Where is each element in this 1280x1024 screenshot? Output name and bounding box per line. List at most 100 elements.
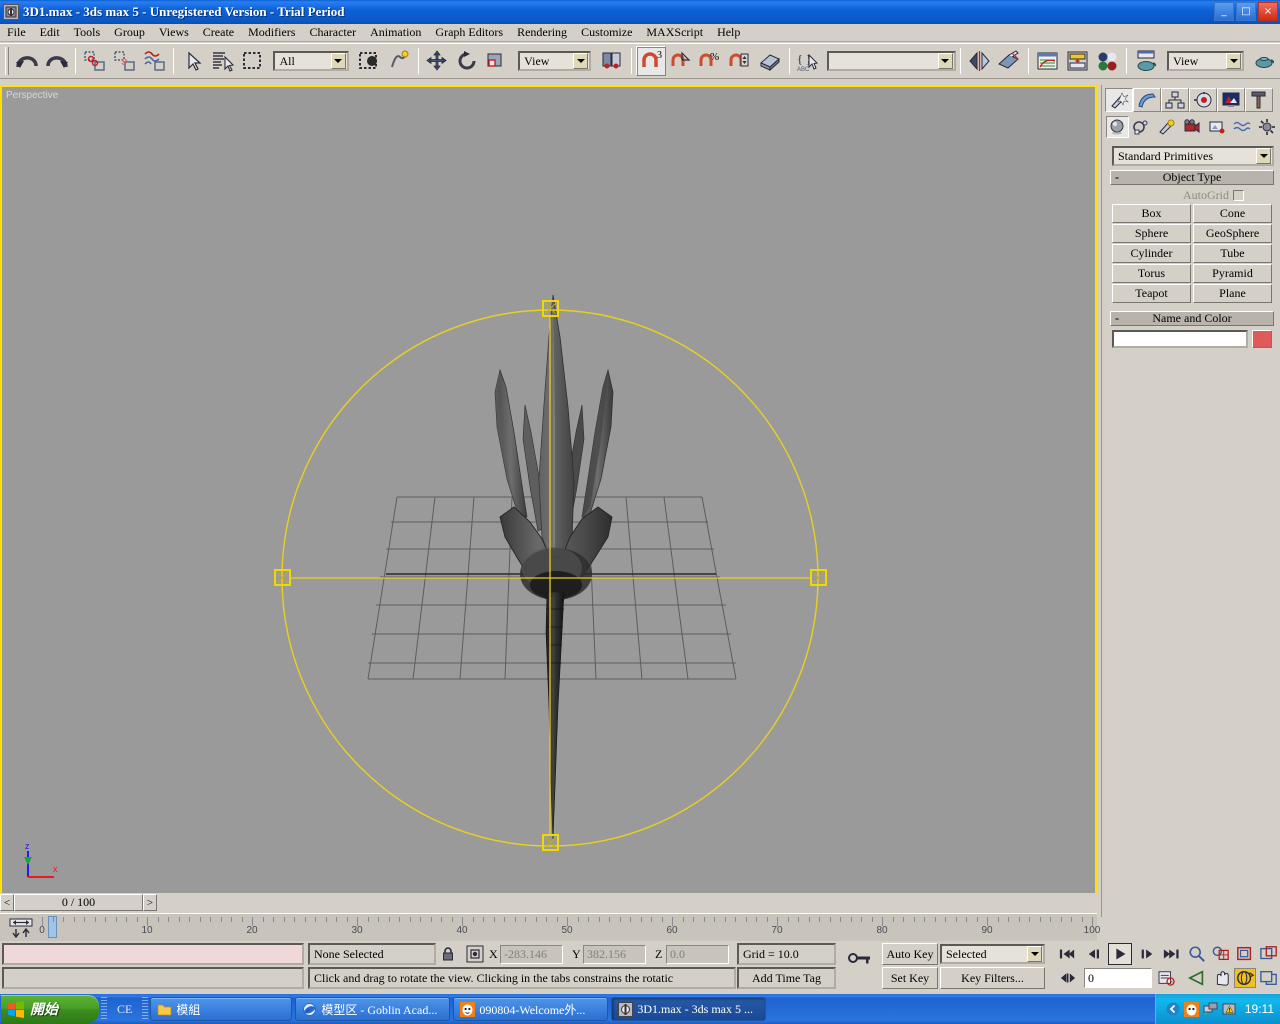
current-frame-field[interactable]: 0 xyxy=(1084,968,1152,988)
create-geosphere-button[interactable]: GeoSphere xyxy=(1193,224,1272,243)
go-to-start-icon[interactable] xyxy=(1056,945,1078,963)
play-animation-icon[interactable] xyxy=(1108,943,1132,965)
select-and-scale-icon[interactable] xyxy=(482,46,513,76)
track-bar[interactable]: 0 10 20 30 40 50 60 70 80 90 100 xyxy=(0,913,1100,941)
use-pivot-center-icon[interactable] xyxy=(597,46,628,76)
key-mode-icon[interactable] xyxy=(1056,969,1080,987)
quick-render-icon[interactable] xyxy=(1250,46,1280,76)
zoom-icon[interactable] xyxy=(1186,944,1208,964)
key-filter-set-combo[interactable]: Selected xyxy=(940,944,1045,964)
y-coord-field[interactable]: 382.156 xyxy=(583,945,646,964)
autogrid-checkbox[interactable] xyxy=(1233,189,1244,201)
zoom-extents-icon[interactable] xyxy=(1234,944,1256,964)
select-by-name-icon[interactable] xyxy=(208,46,238,76)
create-cylinder-button[interactable]: Cylinder xyxy=(1112,244,1191,263)
command-tab-modify[interactable] xyxy=(1133,88,1161,112)
menu-edit[interactable]: Edit xyxy=(33,24,67,41)
time-slider[interactable]: < 0 / 100 > xyxy=(0,894,157,911)
named-selection-icon[interactable] xyxy=(754,46,785,76)
rectangular-select-region-icon[interactable] xyxy=(237,46,268,76)
warning-icon[interactable] xyxy=(1222,1002,1237,1016)
time-slider-handle[interactable]: 0 / 100 xyxy=(14,894,143,911)
field-of-view-icon[interactable] xyxy=(1186,968,1208,988)
create-cone-button[interactable]: Cone xyxy=(1193,204,1272,223)
zoom-all-icon[interactable] xyxy=(1210,944,1232,964)
menu-file[interactable]: File xyxy=(0,24,33,41)
toolbar-grip[interactable] xyxy=(5,47,9,75)
mirror-icon[interactable] xyxy=(964,46,995,76)
key-filters-button[interactable]: Key Filters... xyxy=(940,967,1045,989)
named-selection-sets-icon[interactable]: { } ABC xyxy=(793,46,824,76)
rollout-name-and-color[interactable]: - Name and Color xyxy=(1110,311,1274,326)
maxscript-mini-listener-input[interactable] xyxy=(2,967,304,989)
subtab-shapes[interactable] xyxy=(1130,116,1154,138)
chevron-down-icon-6[interactable] xyxy=(1027,946,1042,962)
subtab-lights[interactable] xyxy=(1155,116,1179,138)
taskbar-item-3dsmax[interactable]: 3D1.max - 3ds max 5 ... xyxy=(611,997,767,1021)
create-plane-button[interactable]: Plane xyxy=(1193,284,1272,303)
perspective-viewport[interactable]: Perspective z x xyxy=(0,85,1097,917)
rollout-collapse-icon-2[interactable]: - xyxy=(1115,311,1119,326)
viewport-canvas[interactable] xyxy=(2,87,1095,915)
pan-icon[interactable] xyxy=(1210,968,1232,988)
select-and-link-icon[interactable] xyxy=(80,46,111,76)
object-name-input[interactable] xyxy=(1112,330,1248,348)
menu-group[interactable]: Group xyxy=(107,24,152,41)
command-tab-hierarchy[interactable] xyxy=(1161,88,1189,112)
subtab-systems[interactable] xyxy=(1255,116,1279,138)
minimize-button[interactable]: _ xyxy=(1214,2,1234,21)
unlink-selection-icon[interactable] xyxy=(110,46,140,76)
menu-views[interactable]: Views xyxy=(152,24,196,41)
rollout-collapse-icon[interactable]: - xyxy=(1115,170,1119,185)
align-icon[interactable] xyxy=(994,46,1025,76)
next-frame-arrow[interactable]: > xyxy=(143,894,157,911)
create-sphere-button[interactable]: Sphere xyxy=(1112,224,1191,243)
create-torus-button[interactable]: Torus xyxy=(1112,264,1191,283)
quicklaunch-label[interactable]: CE xyxy=(109,1002,140,1017)
chevron-down-icon-3[interactable] xyxy=(937,53,953,69)
arc-rotate-icon[interactable] xyxy=(1234,968,1256,988)
window-crossing-icon[interactable] xyxy=(354,46,385,76)
x-coord-field[interactable]: -283.146 xyxy=(500,945,563,964)
object-color-swatch[interactable] xyxy=(1252,330,1272,348)
spinner-snap-toggle-icon[interactable] xyxy=(725,46,755,76)
close-button[interactable]: × xyxy=(1258,2,1278,21)
object-category-combo[interactable]: Standard Primitives xyxy=(1112,146,1274,166)
auto-key-button[interactable]: Auto Key xyxy=(882,943,938,965)
create-teapot-button[interactable]: Teapot xyxy=(1112,284,1191,303)
tasks-grip[interactable] xyxy=(142,997,149,1021)
maximize-button[interactable]: □ xyxy=(1236,2,1256,21)
subtab-geometry[interactable] xyxy=(1106,116,1129,138)
create-tube-button[interactable]: Tube xyxy=(1193,244,1272,263)
absolute-relative-transform-icon[interactable] xyxy=(466,945,484,963)
undo-icon[interactable] xyxy=(11,46,42,76)
z-coord-field[interactable]: 0.0 xyxy=(666,945,729,964)
subtab-space-warps[interactable] xyxy=(1230,116,1254,138)
open-mini-curve-editor-icon[interactable] xyxy=(8,918,34,938)
menu-animation[interactable]: Animation xyxy=(363,24,428,41)
menu-character[interactable]: Character xyxy=(302,24,363,41)
network-icon[interactable] xyxy=(1203,1002,1218,1016)
menu-rendering[interactable]: Rendering xyxy=(510,24,574,41)
selection-filter-combo[interactable]: All xyxy=(273,51,349,71)
redo-icon[interactable] xyxy=(41,46,72,76)
qq-tray-icon[interactable] xyxy=(1183,1001,1199,1017)
set-key-button[interactable]: Set Key xyxy=(882,967,938,989)
menu-customize[interactable]: Customize xyxy=(574,24,639,41)
chevron-down-icon-4[interactable] xyxy=(1226,53,1242,69)
select-object-icon[interactable] xyxy=(178,46,209,76)
command-tab-create[interactable] xyxy=(1105,88,1133,112)
create-pyramid-button[interactable]: Pyramid xyxy=(1193,264,1272,283)
schematic-view-icon[interactable] xyxy=(1062,46,1093,76)
chevron-down-icon-5[interactable] xyxy=(1256,148,1271,164)
zoom-region-icon[interactable] xyxy=(1258,944,1280,964)
snap-toggle-icon[interactable]: 3 xyxy=(636,46,666,76)
menu-create[interactable]: Create xyxy=(196,24,241,41)
angle-snap-toggle-icon[interactable] xyxy=(665,46,696,76)
rollout-object-type[interactable]: - Object Type xyxy=(1110,170,1274,185)
time-configuration-icon[interactable] xyxy=(1156,969,1178,987)
taskbar-item-messenger[interactable]: 090804-Welcome外... xyxy=(453,997,609,1021)
curve-editor-icon[interactable] xyxy=(1033,46,1063,76)
named-selection-sets-combo[interactable] xyxy=(827,51,956,71)
bind-to-space-warp-icon[interactable] xyxy=(139,46,170,76)
